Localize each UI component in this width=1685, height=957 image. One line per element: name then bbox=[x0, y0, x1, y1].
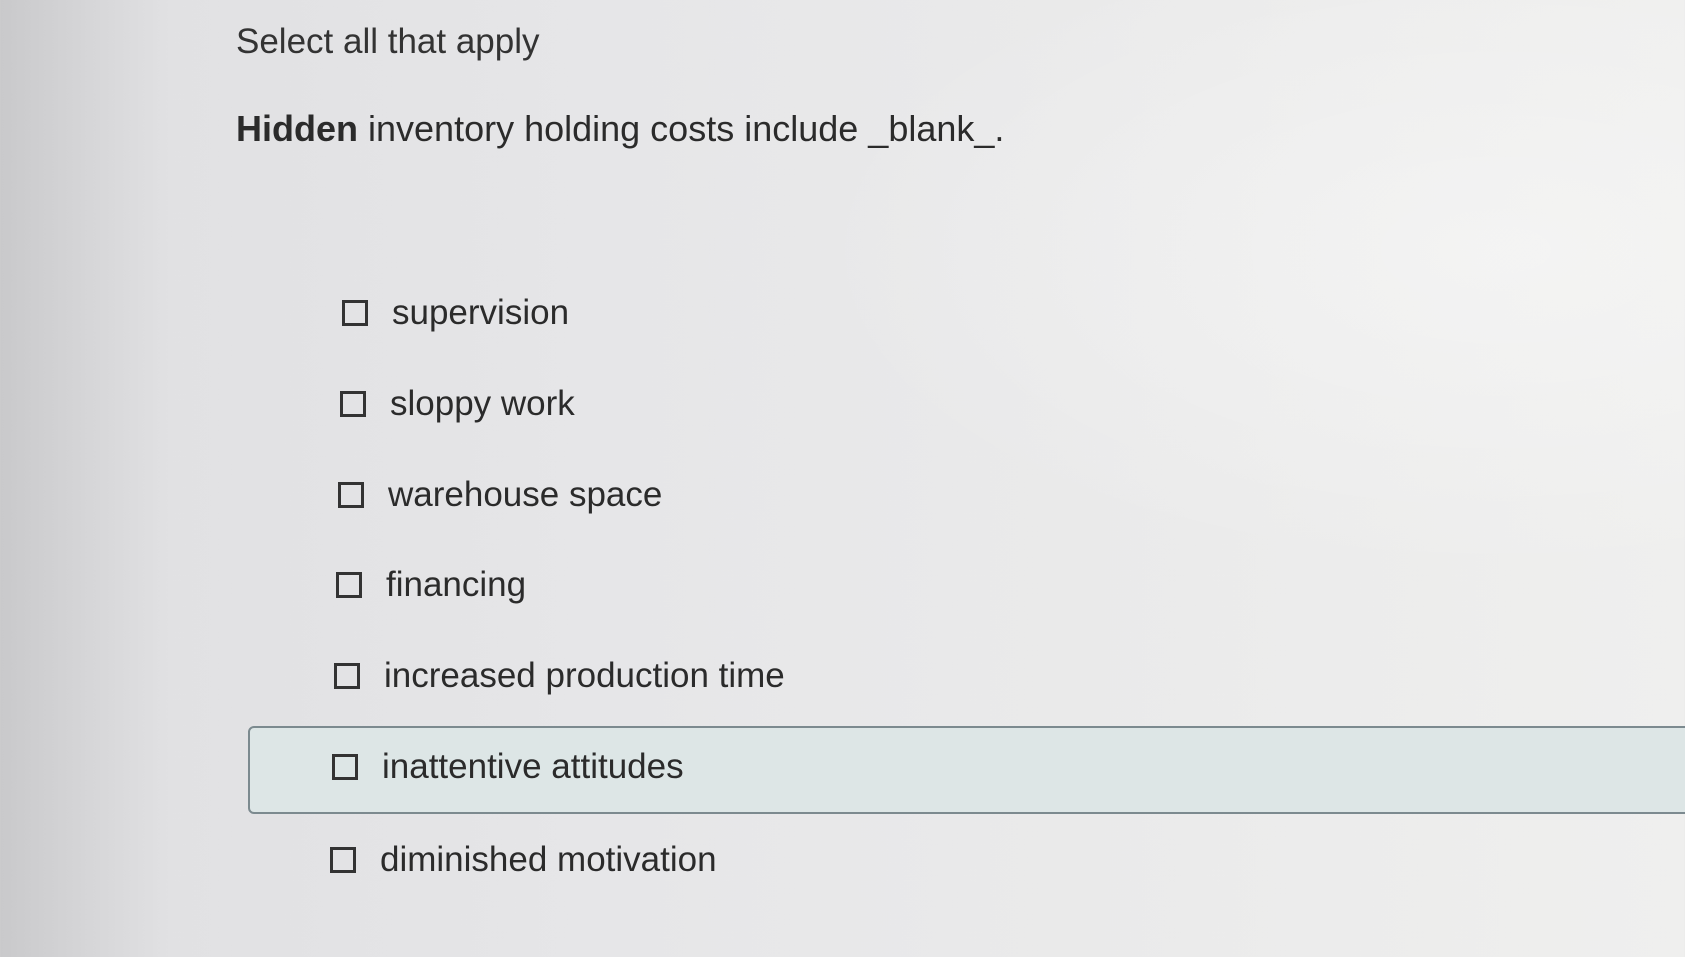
question-text: Hidden inventory holding costs include _… bbox=[236, 108, 1004, 150]
checkbox[interactable] bbox=[342, 300, 368, 326]
checkbox[interactable] bbox=[334, 663, 360, 689]
option-diminished-motivation[interactable]: diminished motivation bbox=[330, 830, 717, 890]
option-increased-production-time[interactable]: increased production time bbox=[334, 646, 785, 706]
option-inattentive-attitudes[interactable]: inattentive attitudes bbox=[332, 737, 684, 797]
checkbox[interactable] bbox=[338, 482, 364, 508]
option-label: inattentive attitudes bbox=[382, 747, 684, 786]
option-label: warehouse space bbox=[388, 475, 663, 514]
option-label: sloppy work bbox=[390, 384, 575, 423]
checkbox[interactable] bbox=[330, 847, 356, 873]
option-supervision[interactable]: supervision bbox=[342, 283, 569, 343]
option-label: financing bbox=[386, 565, 527, 604]
instruction-text: Select all that apply bbox=[236, 22, 540, 61]
option-label: increased production time bbox=[384, 656, 785, 695]
question-bold-term: Hidden bbox=[236, 108, 358, 149]
option-warehouse-space[interactable]: warehouse space bbox=[338, 465, 662, 525]
checkbox[interactable] bbox=[340, 391, 366, 417]
question-rest: inventory holding costs include _blank_. bbox=[358, 108, 1005, 149]
option-label: supervision bbox=[392, 293, 570, 332]
checkbox[interactable] bbox=[332, 754, 358, 780]
checkbox[interactable] bbox=[336, 572, 362, 598]
option-financing[interactable]: financing bbox=[336, 555, 526, 615]
option-label: diminished motivation bbox=[380, 840, 717, 879]
option-sloppy-work[interactable]: sloppy work bbox=[340, 374, 575, 434]
